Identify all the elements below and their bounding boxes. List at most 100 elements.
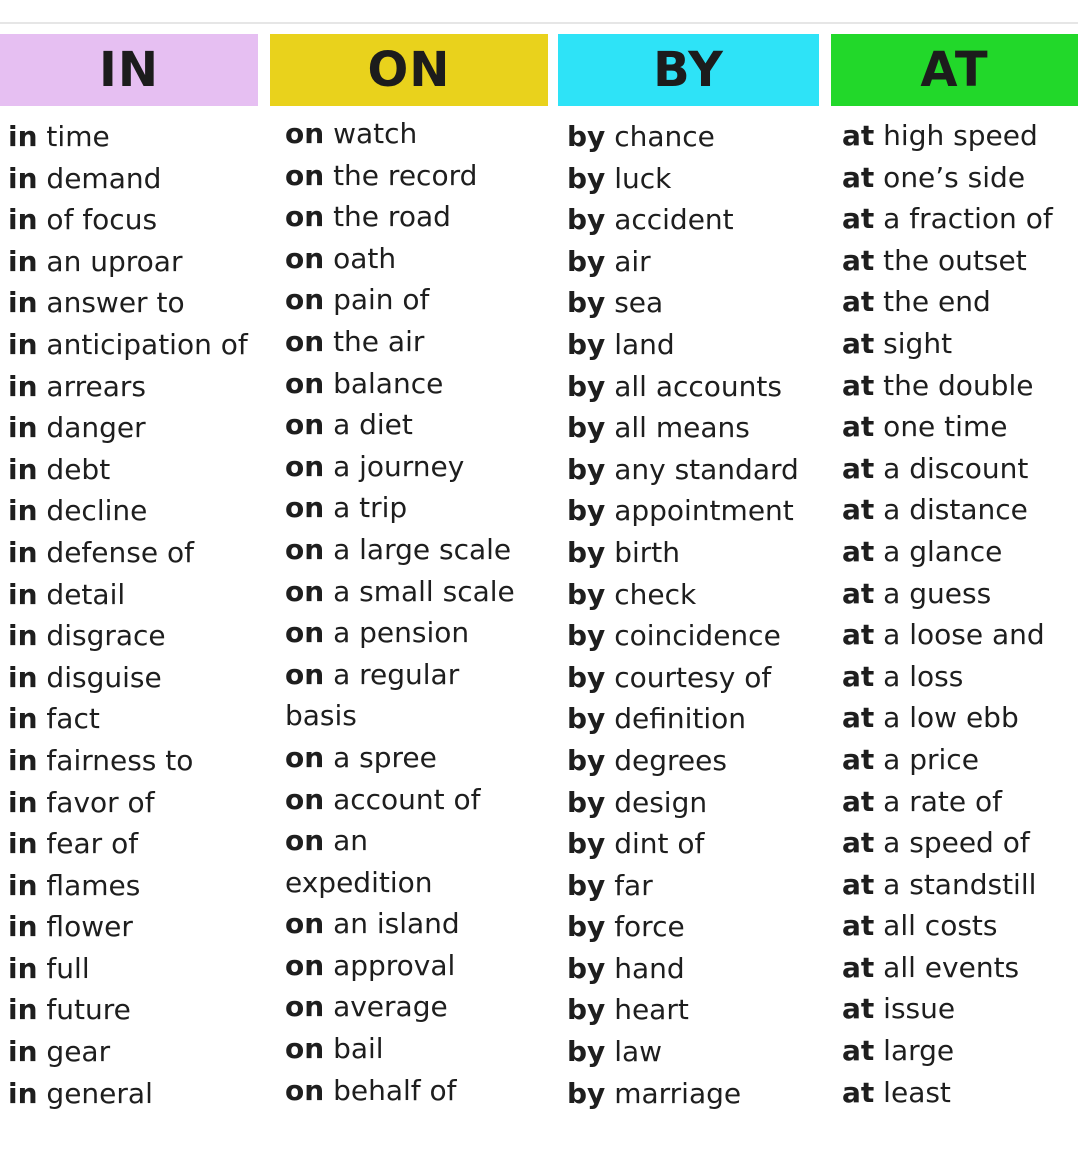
top-rule (0, 22, 1078, 24)
preposition: on (285, 1032, 325, 1066)
preposition: on (285, 158, 325, 192)
phrase-text: design (605, 785, 708, 819)
phrase-text: a diet (324, 408, 413, 442)
phrase-item: in gear (8, 1031, 248, 1073)
preposition: by (567, 494, 606, 528)
phrase-item: on a large scale (285, 529, 515, 571)
phrase-item: basis (285, 695, 515, 737)
phrase-item: in arrears (8, 366, 248, 408)
preposition: on (285, 1073, 325, 1107)
phrase-text: hand (605, 951, 685, 985)
phrase-text: decline (37, 494, 148, 528)
phrase-text: a spree (324, 740, 437, 774)
phrase-item: in disguise (8, 657, 248, 699)
preposition: on (285, 824, 325, 858)
header-in: IN (0, 34, 258, 106)
phrase-item: in flames (8, 865, 248, 907)
phrase-item: in flower (8, 906, 248, 948)
preposition: in (8, 1035, 38, 1069)
phrase-item: in fairness to (8, 740, 248, 782)
phrase-text: pain of (324, 283, 430, 317)
phrase-text: one time (874, 410, 1008, 444)
phrase-item: on a pension (285, 612, 515, 654)
phrase-text: the air (324, 324, 425, 358)
preposition: in (8, 494, 38, 528)
phrase-item: on pain of (285, 279, 515, 321)
phrase-text: a glance (874, 534, 1003, 568)
phrase-text: least (874, 1075, 951, 1109)
preposition: at (842, 950, 875, 984)
phrase-text: a distance (874, 493, 1028, 527)
phrase-text: accident (605, 203, 734, 237)
preposition: at (842, 243, 875, 277)
phrase-item: on a small scale (285, 571, 515, 613)
phrase-text: far (605, 868, 653, 902)
phrase-text: courtesy of (605, 660, 772, 694)
phrase-text: fear of (37, 827, 139, 861)
preposition: on (285, 324, 325, 358)
preposition: in (8, 619, 38, 653)
phrase-text: full (37, 951, 90, 985)
phrase-item: by luck (567, 158, 799, 200)
phrase-item: in time (8, 116, 248, 158)
phrase-item: by hand (567, 948, 799, 990)
preposition: by (567, 286, 606, 320)
phrase-item: at a discount (842, 448, 1053, 490)
preposition: at (842, 701, 875, 735)
preposition: at (842, 784, 875, 818)
phrase-text: a loose and (874, 618, 1045, 652)
phrase-text: one’s side (874, 160, 1026, 194)
phrase-text: birth (605, 535, 680, 569)
phrase-text: a journey (324, 449, 465, 483)
phrase-text: chance (605, 120, 715, 153)
preposition: on (285, 532, 325, 566)
phrase-text: a standstill (874, 867, 1037, 901)
phrase-item: by any standard (567, 449, 799, 491)
phrase-text: balance (324, 366, 444, 400)
phrase-text: the record (324, 158, 478, 192)
preposition: by (567, 369, 606, 403)
phrase-text: the double (874, 368, 1034, 402)
phrase-text: sea (605, 286, 664, 320)
preposition: by (567, 868, 606, 902)
preposition: at (842, 493, 875, 527)
preposition: at (842, 451, 875, 485)
preposition: by (567, 535, 606, 569)
phrase-item: by check (567, 574, 799, 616)
phrase-item: on a trip (285, 487, 515, 529)
phrase-item: at a standstill (842, 864, 1053, 906)
phrase-text: a guess (874, 576, 992, 610)
phrase-text: oath (324, 241, 397, 275)
preposition: by (567, 660, 606, 694)
phrase-item: in favor of (8, 782, 248, 824)
preposition: in (8, 702, 38, 736)
phrase-text: bail (324, 1032, 384, 1066)
phrase-text: a small scale (324, 574, 515, 608)
phrase-text: the end (874, 285, 991, 319)
phrase-text: disgrace (37, 619, 166, 653)
phrase-text: arrears (37, 369, 146, 403)
preposition: at (842, 992, 875, 1026)
phrase-text: fact (37, 702, 100, 736)
phrase-item: at large (842, 1030, 1053, 1072)
phrase-item: by land (567, 324, 799, 366)
phrase-item: in disgrace (8, 615, 248, 657)
preposition: by (567, 120, 606, 153)
phrase-item: on average (285, 986, 515, 1028)
phrase-text: average (324, 990, 448, 1024)
phrase-text: all events (874, 950, 1020, 984)
phrase-text: all costs (874, 909, 998, 943)
preposition: on (285, 782, 325, 816)
phrase-item: on account of (285, 779, 515, 821)
phrase-item: at one’s side (842, 157, 1053, 199)
preposition: on (285, 948, 325, 982)
phrase-item: at sight (842, 323, 1053, 365)
phrase-text: force (605, 910, 685, 944)
phrase-item: in danger (8, 407, 248, 449)
phrase-item: by sea (567, 282, 799, 324)
phrase-text: sight (874, 326, 953, 360)
phrase-item: in demand (8, 158, 248, 200)
phrase-item: in an uproar (8, 241, 248, 283)
phrase-item: expedition (285, 862, 515, 904)
phrase-text: dint of (605, 827, 705, 861)
